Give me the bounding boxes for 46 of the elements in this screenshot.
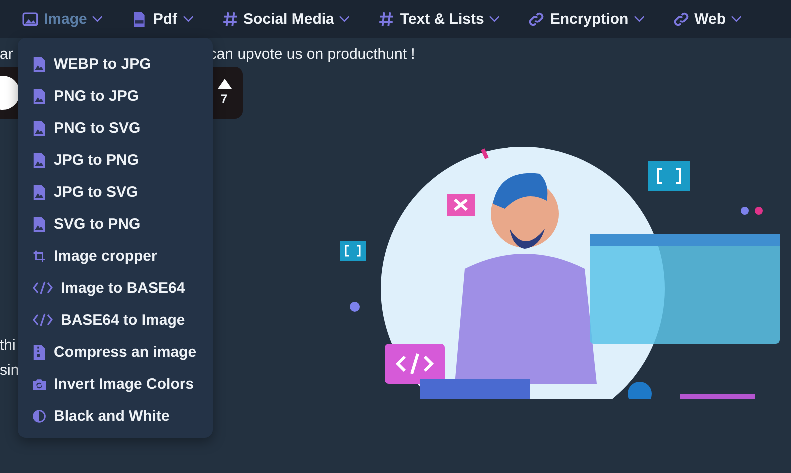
hash-icon (378, 10, 396, 28)
image-icon (22, 10, 39, 28)
camera-rotate-icon (33, 376, 46, 392)
nav-menu-button[interactable]: Web (670, 10, 754, 28)
vote-count: 7 (221, 92, 228, 106)
chevron-down-icon (731, 15, 742, 23)
menu-item[interactable]: PNG to JPG (18, 80, 213, 112)
menu-item[interactable]: WEBP to JPG (18, 48, 213, 80)
chevron-down-icon (92, 15, 104, 23)
chevron-down-icon (339, 15, 350, 23)
contrast-icon (33, 408, 46, 424)
link-icon (672, 10, 690, 28)
link-icon (528, 10, 546, 28)
image-file-icon (33, 184, 46, 200)
menu-item[interactable]: PNG to SVG (18, 112, 213, 144)
image-file-icon (33, 152, 46, 168)
nav-menu-button[interactable]: Social Media (220, 10, 362, 28)
chevron-down-icon (489, 15, 500, 23)
upvote-icon (218, 79, 232, 89)
menu-item[interactable]: JPG to PNG (18, 144, 213, 176)
body-text: sin (0, 362, 20, 379)
menu-item[interactable]: Black and White (18, 400, 213, 432)
image-file-icon (33, 216, 46, 232)
image-file-icon (33, 88, 46, 104)
menu-item[interactable]: Compress an image (18, 336, 213, 368)
nav-menu-button[interactable]: Pdf (129, 10, 206, 28)
image-file-icon (33, 56, 46, 72)
code-icon (33, 281, 53, 295)
body-text: thi (0, 337, 17, 354)
menu-item[interactable]: JPG to SVG (18, 176, 213, 208)
chevron-down-icon (182, 15, 194, 23)
nav-menu-button[interactable]: Encryption (526, 10, 657, 28)
nav-menu-button[interactable]: Text & Lists (376, 10, 512, 28)
code-icon (33, 313, 53, 327)
menu-item[interactable]: Image to BASE64 (18, 272, 213, 304)
nav-menu-button[interactable]: Image (20, 10, 116, 28)
zip-file-icon (33, 344, 46, 360)
menu-item[interactable]: SVG to PNG (18, 208, 213, 240)
menu-item[interactable]: BASE64 to Image (18, 304, 213, 336)
hash-icon (222, 10, 239, 28)
crop-icon (33, 248, 46, 264)
chevron-down-icon (634, 15, 645, 23)
intro-text: ar (0, 46, 14, 63)
menu-item[interactable]: Invert Image Colors (18, 368, 213, 400)
menu-item[interactable]: Image cropper (18, 240, 213, 272)
image-file-icon (33, 120, 46, 136)
